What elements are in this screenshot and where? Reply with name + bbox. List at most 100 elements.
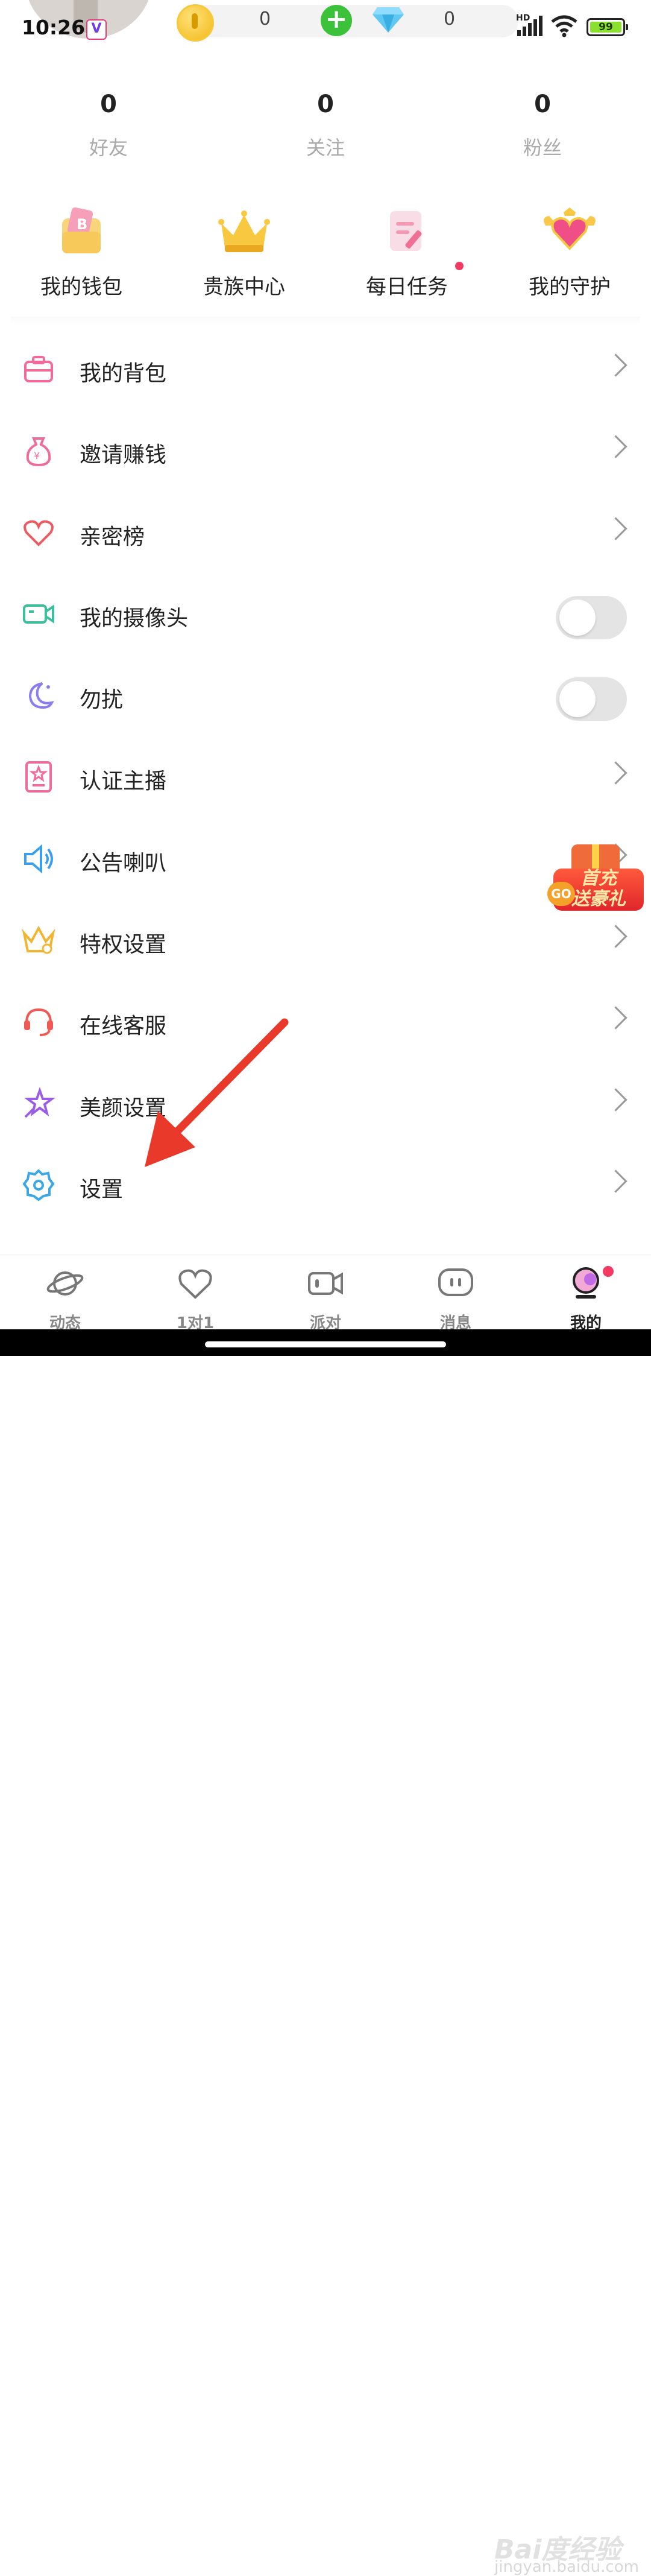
heart-outline-icon <box>178 1269 212 1299</box>
notification-dot <box>603 1266 614 1277</box>
stat-label: 关注 <box>306 136 345 159</box>
profile-stats: 0 好友 0 关注 0 粉丝 <box>0 90 651 169</box>
svg-text:B: B <box>77 216 87 233</box>
toggle-knob <box>559 681 596 718</box>
notification-dot <box>455 262 464 270</box>
menu-label: 我的摄像头 <box>80 606 189 631</box>
tab-party[interactable]: 派对 <box>283 1266 368 1333</box>
home-indicator[interactable] <box>0 1329 651 1356</box>
chevron-right-icon <box>604 761 627 785</box>
menu-label: 公告喇叭 <box>80 850 167 876</box>
stat-friends[interactable]: 0 好友 <box>48 90 169 160</box>
recharge-button[interactable]: + <box>321 5 352 36</box>
battery-icon: 99 <box>587 18 628 36</box>
stat-value: 0 <box>534 90 551 118</box>
bottom-tab-bar: 动态 1对1 派对 消息 我的 Bai度经验 jingyan.baidu.com <box>0 1255 651 2576</box>
menu-item-do-not-disturb: 勿扰 <box>0 653 651 735</box>
quick-label: 我的钱包 <box>40 275 122 299</box>
tab-me[interactable]: 我的 <box>544 1266 628 1333</box>
money-bag-icon: ¥ <box>26 437 51 467</box>
stat-following[interactable]: 0 关注 <box>265 90 386 160</box>
chevron-right-icon <box>604 1169 627 1193</box>
menu-item-my-camera: 我的摄像头 <box>0 572 651 653</box>
planet-icon <box>46 1271 84 1296</box>
certificate-icon <box>25 761 52 793</box>
speaker-icon <box>24 844 53 874</box>
tab-feed[interactable]: 动态 <box>23 1266 107 1333</box>
video-icon <box>308 1272 343 1295</box>
promo-go-badge: GO <box>547 882 575 906</box>
magic-star-icon <box>24 1086 55 1118</box>
tab-messages[interactable]: 消息 <box>414 1266 498 1333</box>
promo-line1: 首充 <box>580 868 617 889</box>
stat-value: 0 <box>317 90 334 118</box>
diamond-balance: 0 <box>444 8 456 30</box>
profile-icon <box>573 1267 599 1299</box>
camera-icon <box>23 604 54 624</box>
diamond-icon <box>373 7 404 33</box>
crown-settings-icon <box>22 925 55 954</box>
status-bar: 10:26 V 0 + 0 HD 99 <box>0 0 651 48</box>
menu-item-online-service[interactable]: 在线客服 <box>0 979 651 1061</box>
menu-label: 美颜设置 <box>80 1095 167 1121</box>
menu-item-backpack[interactable]: 我的背包 <box>0 327 651 408</box>
menu-item-invite-earn[interactable]: ¥ 邀请赚钱 <box>0 408 651 490</box>
menu-label: 勿扰 <box>80 688 124 713</box>
gear-icon <box>22 1169 55 1201</box>
menu-label: 认证主播 <box>80 769 167 794</box>
task-icon <box>390 211 422 251</box>
quick-noble-center[interactable]: 贵族中心 <box>172 205 316 300</box>
headset-icon <box>24 1008 53 1037</box>
menu-item-certified-anchor[interactable]: 认证主播 <box>0 735 651 816</box>
quick-label: 我的守护 <box>529 275 611 299</box>
coin-icon <box>177 4 214 42</box>
quick-actions: B 我的钱包 贵族中心 每日任务 我的守护 <box>0 205 651 308</box>
coin-balance: 0 <box>259 8 271 30</box>
menu-label: 设置 <box>80 1177 124 1202</box>
wifi-icon <box>551 15 577 37</box>
menu-label: 亲密榜 <box>80 524 145 549</box>
stat-fans[interactable]: 0 粉丝 <box>482 90 603 160</box>
heart-icon <box>24 520 54 546</box>
quick-label: 贵族中心 <box>203 275 285 299</box>
heart-wings-icon <box>544 207 596 250</box>
quick-wallet[interactable]: B 我的钱包 <box>9 205 154 300</box>
menu-item-intimacy-rank[interactable]: 亲密榜 <box>0 490 651 572</box>
app-badge-icon: V <box>86 19 107 40</box>
settings-menu: 我的背包 ¥ 邀请赚钱 亲密榜 我的摄像头 勿扰 认证主播 公告喇叭 特权设置 … <box>0 327 651 1224</box>
chevron-right-icon <box>604 353 627 377</box>
crown-icon <box>218 210 270 252</box>
promo-line2: 送豪礼 <box>571 888 626 910</box>
chevron-right-icon <box>604 517 627 540</box>
menu-label: 我的背包 <box>80 361 167 386</box>
svg-text:¥: ¥ <box>34 450 40 461</box>
toggle-knob <box>559 599 596 636</box>
stat-label: 粉丝 <box>523 136 562 159</box>
stat-value: 0 <box>100 90 117 118</box>
menu-label: 邀请赚钱 <box>80 443 167 468</box>
first-recharge-promo[interactable]: 首充 送豪礼 GO <box>547 844 644 917</box>
camera-toggle[interactable] <box>556 595 627 639</box>
menu-item-settings[interactable]: 设置 <box>0 1143 651 1224</box>
signal-icon <box>517 14 542 36</box>
chat-bubble-icon <box>438 1268 473 1296</box>
tab-one-on-one[interactable]: 1对1 <box>153 1266 237 1333</box>
chevron-right-icon <box>604 1088 627 1112</box>
chevron-right-icon <box>604 435 627 458</box>
backpack-icon <box>24 356 53 382</box>
quick-daily-tasks[interactable]: 每日任务 <box>335 205 479 300</box>
chevron-right-icon <box>604 925 627 948</box>
menu-item-beauty-settings[interactable]: 美颜设置 <box>0 1062 651 1143</box>
dnd-toggle[interactable] <box>556 677 627 721</box>
status-time: 10:26 <box>22 16 86 39</box>
stat-label: 好友 <box>89 136 128 159</box>
section-divider <box>11 317 640 325</box>
quick-my-guardian[interactable]: 我的守护 <box>497 205 642 300</box>
moon-icon <box>28 682 54 709</box>
chevron-right-icon <box>604 1006 627 1030</box>
watermark-url: jingyan.baidu.com <box>494 2558 639 2576</box>
menu-label: 在线客服 <box>80 1014 167 1039</box>
battery-level: 99 <box>590 22 621 33</box>
quick-label: 每日任务 <box>366 275 448 299</box>
wallet-icon: B <box>62 207 101 253</box>
